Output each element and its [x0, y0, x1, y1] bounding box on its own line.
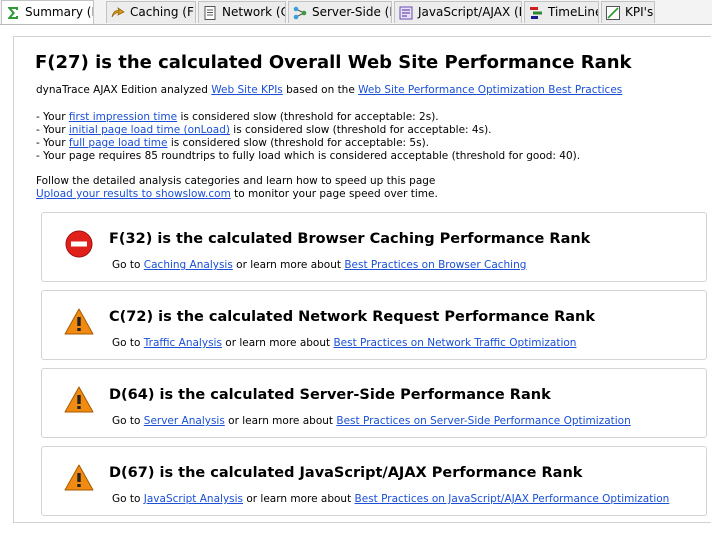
tab-label: Caching (F) [130, 5, 196, 19]
tab-label: Server-Side (D) [312, 5, 391, 19]
first-impression-link[interactable]: first impression time [69, 111, 177, 123]
detail-prefix: - Your [36, 111, 69, 123]
card-links: Go to JavaScript Analysis or learn more … [112, 493, 669, 506]
detail-suffix: is considered slow (threshold for accept… [229, 124, 492, 136]
server-best-practices-link[interactable]: Best Practices on Server-Side Performanc… [336, 415, 630, 427]
tab-server-side[interactable]: Server-Side (D) [288, 1, 392, 23]
intro-line: dynaTrace AJAX Edition analyzed Web Site… [36, 84, 622, 97]
tab-javascript-ajax[interactable]: JavaScript/AJAX (D) [394, 1, 522, 23]
tab-kpis[interactable]: KPI's [601, 1, 655, 23]
learn-more-text: or learn more about [224, 415, 337, 427]
detail-line: - Your full page load time is considered… [36, 137, 580, 150]
card-title: D(67) is the calculated JavaScript/AJAX … [109, 465, 583, 481]
web-site-kpis-link[interactable]: Web Site KPIs [211, 84, 283, 96]
javascript-best-practices-link[interactable]: Best Practices on JavaScript/AJAX Perfor… [355, 493, 670, 505]
tab-summary[interactable]: Summary (F) [1, 0, 94, 24]
detail-prefix: - Your [36, 124, 69, 136]
initial-load-link[interactable]: initial page load time (onLoad) [69, 124, 230, 136]
server-side-rank-card: D(64) is the calculated Server-Side Perf… [41, 368, 707, 438]
learn-more-text: or learn more about [232, 259, 345, 271]
javascript-analysis-link[interactable]: JavaScript Analysis [144, 493, 243, 505]
timeline-icon [528, 5, 544, 21]
detail-suffix: is considered slow (threshold for accept… [177, 111, 439, 123]
server-nodes-icon [292, 5, 308, 21]
summary-panel: F(27) is the calculated Overall Web Site… [13, 36, 711, 523]
network-best-practices-link[interactable]: Best Practices on Network Traffic Optimi… [333, 337, 576, 349]
traffic-analysis-link[interactable]: Traffic Analysis [144, 337, 222, 349]
full-load-link[interactable]: full page load time [69, 137, 168, 149]
tab-label: TimeLine [548, 5, 599, 19]
tab-label: Summary (F) [25, 5, 93, 19]
detail-prefix: - Your [36, 137, 69, 149]
tab-network[interactable]: Network (C) [198, 1, 286, 23]
caching-rank-card: F(32) is the calculated Browser Caching … [41, 212, 707, 282]
detail-line: - Your initial page load time (onLoad) i… [36, 124, 580, 137]
goto-text: Go to [112, 337, 144, 349]
sigma-icon [5, 5, 21, 21]
goto-text: Go to [112, 259, 144, 271]
network-rank-card: C(72) is the calculated Network Request … [41, 290, 707, 360]
upload-showslow-link[interactable]: Upload your results to showslow.com [36, 188, 231, 200]
upload-line: Upload your results to showslow.com to m… [36, 188, 438, 201]
card-links: Go to Caching Analysis or learn more abo… [112, 259, 526, 272]
editor-tab-bar: Summary (F) Caching (F) Network (C) Serv… [0, 0, 712, 25]
goto-text: Go to [112, 415, 144, 427]
server-analysis-link[interactable]: Server Analysis [144, 415, 225, 427]
tab-label: Network (C) [222, 5, 285, 19]
kpi-chart-icon [605, 5, 621, 21]
tab-label: JavaScript/AJAX (D) [418, 5, 522, 19]
best-practices-link[interactable]: Web Site Performance Optimization Best P… [358, 84, 622, 96]
tab-timeline[interactable]: TimeLine [524, 1, 599, 23]
intro-middle: based on the [282, 84, 359, 96]
card-title: D(64) is the calculated Server-Side Perf… [109, 387, 551, 403]
tab-caching[interactable]: Caching (F) [106, 1, 196, 23]
javascript-rank-card: D(67) is the calculated JavaScript/AJAX … [41, 446, 707, 516]
detail-line: - Your page requires 85 roundtrips to fu… [36, 150, 580, 163]
card-title: F(32) is the calculated Browser Caching … [109, 231, 591, 247]
warning-icon [64, 385, 96, 415]
document-icon [202, 5, 218, 21]
detail-suffix: is considered slow (threshold for accept… [167, 137, 430, 149]
detail-line: - Your first impression time is consider… [36, 111, 580, 124]
caching-icon [110, 5, 126, 21]
goto-text: Go to [112, 493, 144, 505]
card-links: Go to Traffic Analysis or learn more abo… [112, 337, 576, 350]
error-stop-icon [64, 229, 96, 259]
card-title: C(72) is the calculated Network Request … [109, 309, 596, 325]
kpi-details: - Your first impression time is consider… [36, 111, 580, 163]
tab-label: KPI's [625, 5, 654, 19]
learn-more-text: or learn more about [243, 493, 355, 505]
upload-suffix: to monitor your page speed over time. [230, 188, 438, 200]
warning-icon [64, 307, 96, 337]
overall-rank-title: F(27) is the calculated Overall Web Site… [35, 52, 632, 73]
learn-more-text: or learn more about [221, 337, 334, 349]
caching-best-practices-link[interactable]: Best Practices on Browser Caching [344, 259, 526, 271]
javascript-icon [398, 5, 414, 21]
follow-text: Follow the detailed analysis categories … [36, 175, 436, 187]
warning-icon [64, 463, 96, 493]
caching-analysis-link[interactable]: Caching Analysis [144, 259, 233, 271]
card-links: Go to Server Analysis or learn more abou… [112, 415, 631, 428]
detail-text: - Your page requires 85 roundtrips to fu… [36, 150, 581, 162]
intro-prefix: dynaTrace AJAX Edition analyzed [36, 84, 212, 96]
